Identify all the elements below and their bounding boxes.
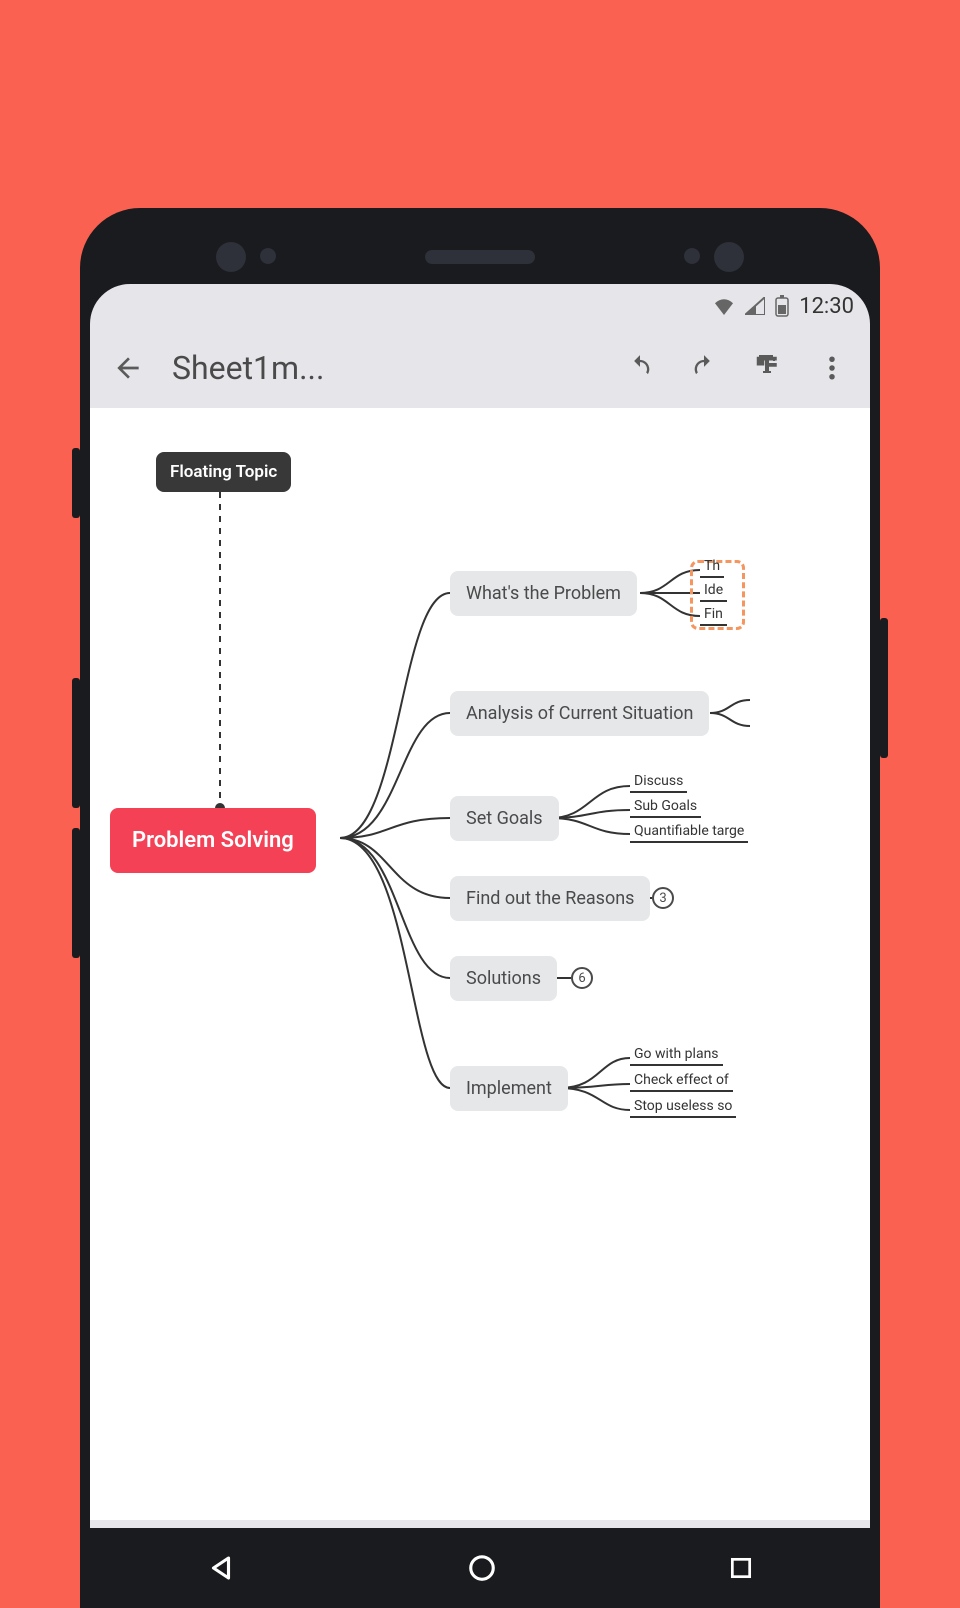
leaf-node[interactable]: Stop useless so <box>630 1096 736 1118</box>
signal-icon <box>745 297 765 315</box>
wifi-icon <box>713 297 735 315</box>
nav-recent-button[interactable] <box>728 1555 754 1581</box>
redo-button[interactable] <box>676 340 732 396</box>
collapse-badge[interactable]: 6 <box>571 967 593 989</box>
branch-node[interactable]: Find out the Reasons <box>450 876 650 921</box>
branch-node[interactable]: Set Goals <box>450 796 559 841</box>
status-time: 12:30 <box>799 294 854 319</box>
format-button[interactable] <box>740 340 796 396</box>
more-button[interactable] <box>804 340 860 396</box>
back-button[interactable] <box>100 340 156 396</box>
status-bar: 12:30 <box>90 284 870 328</box>
branch-node[interactable]: What's the Problem <box>450 571 637 616</box>
android-nav-bar <box>90 1528 870 1608</box>
leaf-node[interactable]: Discuss <box>630 771 687 793</box>
branch-node[interactable]: Solutions <box>450 956 557 1001</box>
leaf-node[interactable]: Fin <box>700 604 727 626</box>
leaf-node[interactable]: Th <box>700 556 724 578</box>
leaf-node[interactable]: Sub Goals <box>630 796 701 818</box>
nav-back-button[interactable] <box>206 1553 236 1583</box>
undo-button[interactable] <box>612 340 668 396</box>
sheet-title[interactable]: Sheet1m... <box>172 349 604 387</box>
root-node[interactable]: Problem Solving <box>110 808 316 873</box>
nav-home-button[interactable] <box>467 1553 497 1583</box>
collapse-badge[interactable]: 3 <box>652 887 674 909</box>
branch-node[interactable]: Implement <box>450 1066 568 1111</box>
leaf-node[interactable]: Ide <box>700 580 727 602</box>
branch-node[interactable]: Analysis of Current Situation <box>450 691 709 736</box>
app-toolbar: Sheet1m... <box>90 328 870 408</box>
mindmap-canvas[interactable]: Floating Topic Problem Solving What's th… <box>90 408 870 1520</box>
leaf-node[interactable]: Check effect of <box>630 1070 733 1092</box>
leaf-node[interactable]: Go with plans <box>630 1044 723 1066</box>
leaf-node[interactable]: Quantifiable targe <box>630 821 748 843</box>
floating-topic-node[interactable]: Floating Topic <box>156 452 291 492</box>
battery-icon <box>775 295 789 317</box>
